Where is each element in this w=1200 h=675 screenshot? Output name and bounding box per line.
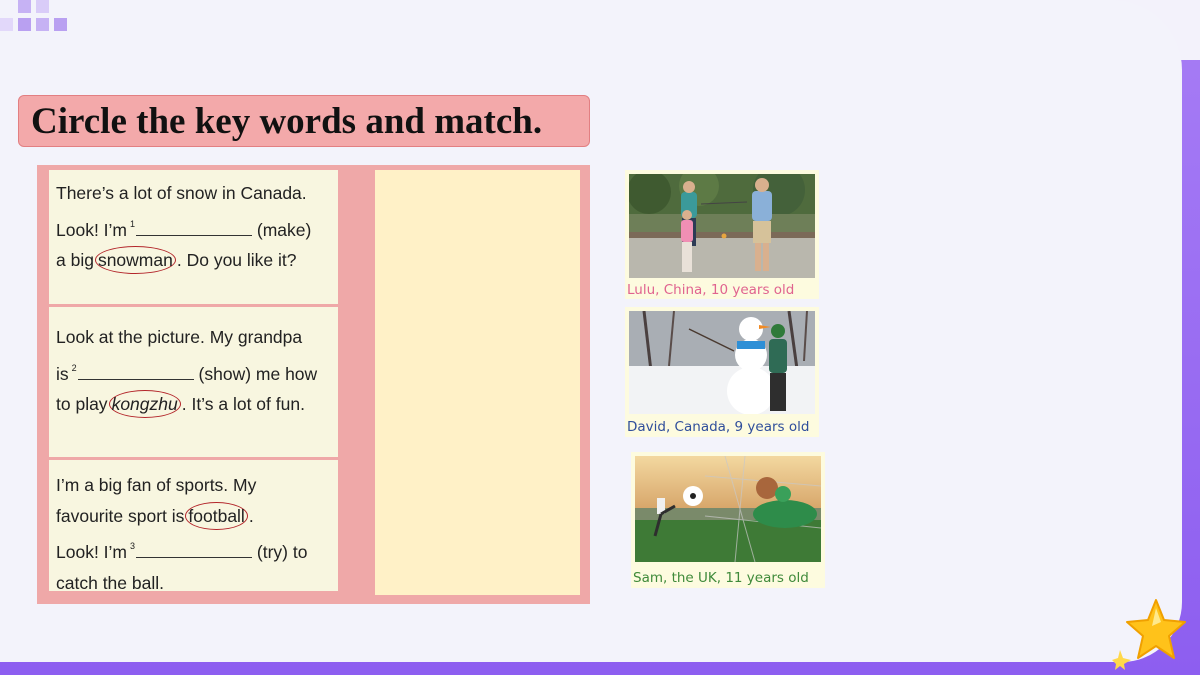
card-caption: David, Canada, 9 years old [627, 419, 810, 435]
paragraph-3: I’m a big fan of sports. My favourite sp… [49, 460, 338, 593]
paragraph-line: to play kongzhu. It’s a lot of fun. [56, 389, 338, 420]
star-icon [1112, 599, 1186, 670]
paragraph-text: to play [56, 394, 108, 414]
paragraph-1: There’s a lot of snow in Canada. Look! I… [49, 170, 338, 304]
paragraph-line: catch the ball. [56, 568, 338, 599]
answer-blank-1[interactable] [136, 221, 253, 236]
photo-card-david[interactable]: David, Canada, 9 years old [625, 307, 819, 437]
circled-key-word[interactable]: kongzhu [108, 390, 181, 418]
circled-key-word[interactable]: football [185, 501, 248, 530]
paragraph-2: Look at the picture. My grandpa is 2 (sho… [49, 307, 338, 457]
family-kongzhu-photo-icon [629, 174, 815, 278]
card-caption: Lulu, China, 10 years old [627, 282, 795, 298]
paragraph-text: Look! I’m [56, 542, 127, 562]
paragraph-line: Look! I’m 1 (make) [56, 209, 338, 246]
answer-blank-3[interactable] [136, 543, 253, 558]
photo-card-lulu[interactable]: Lulu, China, 10 years old [625, 170, 819, 299]
blank-number: 3 [130, 541, 136, 551]
paragraph-line: is 2 (show) me how [56, 353, 338, 390]
photo-card-sam[interactable]: Sam, the UK, 11 years old [631, 452, 825, 588]
match-answer-column[interactable] [375, 170, 580, 595]
paragraph-text: Look at the picture. My grandpa [56, 327, 303, 347]
paragraph-line: I’m a big fan of sports. My [56, 470, 338, 501]
decor-square [0, 18, 13, 31]
paragraph-text: There’s a lot of snow in Canada. [56, 183, 307, 203]
decor-square [18, 0, 31, 13]
blank-number: 2 [71, 362, 77, 373]
decor-square [18, 18, 31, 31]
verb-hint: (show) me how [198, 363, 318, 384]
decor-square [36, 18, 49, 31]
paragraph-text: favourite sport is [56, 505, 185, 526]
blank-number: 1 [130, 218, 136, 229]
decor-square [54, 18, 67, 31]
paragraph-line: a big snowman. Do you like it? [56, 245, 338, 276]
paragraph-line: Look! I’m 3 (try) to [56, 531, 338, 568]
paragraph-text: I’m a big fan of sports. My [56, 475, 257, 495]
card-caption: Sam, the UK, 11 years old [633, 570, 809, 586]
football-goalkeeper-photo-icon [635, 456, 821, 562]
paragraph-line: favourite sport is football. [56, 501, 338, 532]
snowman-photo-icon [629, 311, 815, 414]
paragraph-text: . [248, 505, 254, 526]
decor-square [36, 0, 49, 13]
answer-blank-2[interactable] [77, 365, 194, 380]
paragraph-text: . Do you like it? [176, 250, 297, 270]
verb-hint: (make) [256, 219, 312, 240]
exercise-title: Circle the key words and match. [18, 95, 590, 147]
paragraph-text: catch the ball. [56, 572, 164, 593]
paragraph-line: There’s a lot of snow in Canada. [56, 178, 338, 209]
paragraph-line: Look at the picture. My grandpa [56, 322, 338, 353]
paragraph-text: is [56, 363, 69, 384]
paragraph-text: a big [56, 250, 94, 270]
circled-key-word[interactable]: snowman [94, 246, 176, 274]
paragraph-text: . It’s a lot of fun. [181, 394, 305, 414]
verb-hint: (try) to [256, 542, 308, 562]
matching-table: There’s a lot of snow in Canada. Look! I… [37, 165, 590, 604]
paragraph-text: Look! I’m [56, 219, 127, 240]
